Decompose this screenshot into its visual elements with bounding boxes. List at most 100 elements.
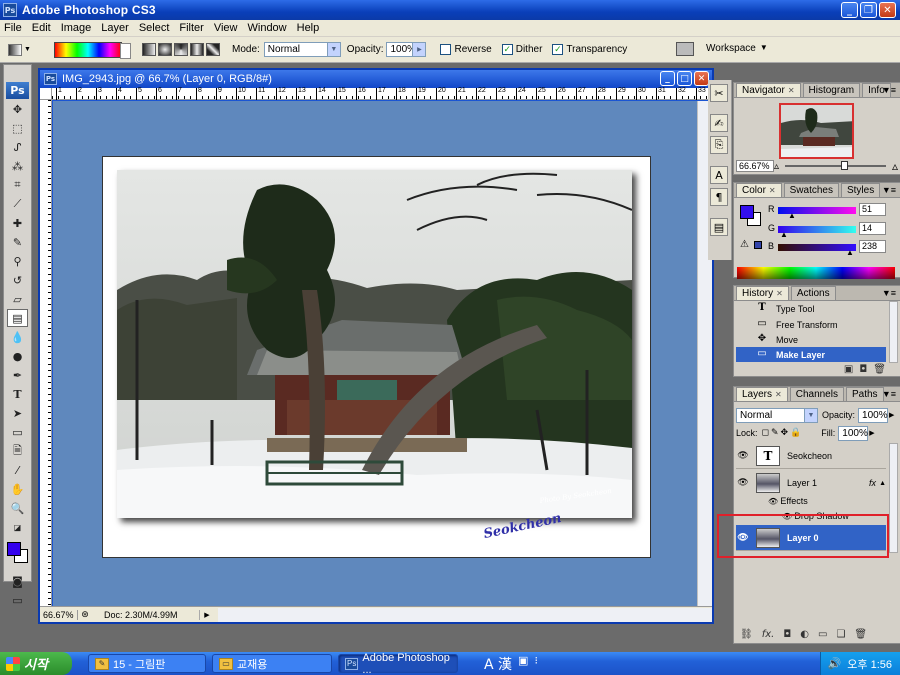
tab-layers[interactable]: Layers ✕ xyxy=(736,387,788,401)
gamut-warning-icon[interactable]: ⚠ xyxy=(740,239,749,250)
menu-window[interactable]: Window xyxy=(243,22,292,34)
new-snapshot-icon[interactable]: ◘ xyxy=(859,364,867,375)
hand-tool-icon[interactable]: ✋ xyxy=(7,480,28,498)
menu-view[interactable]: View xyxy=(209,22,243,34)
ime-options-icon[interactable]: ⁝ xyxy=(534,654,538,674)
transparency-checkbox[interactable]: ✓ Transparency xyxy=(552,44,627,55)
menu-edit[interactable]: Edit xyxy=(27,22,56,34)
paragraph-icon[interactable]: ¶ xyxy=(710,188,728,206)
slice-tool-icon[interactable]: ⟋ xyxy=(7,195,28,213)
brush-tool-icon[interactable]: ✎ xyxy=(7,233,28,251)
layer-opacity-input[interactable]: 100% xyxy=(858,407,889,423)
doc-close-button[interactable]: ✕ xyxy=(694,71,709,86)
color-foreground-swatch[interactable] xyxy=(740,205,754,219)
tool-preset-picker[interactable]: ▼ xyxy=(8,40,42,60)
volume-icon[interactable]: 🔊 xyxy=(828,657,842,670)
color-swatches[interactable] xyxy=(5,540,31,568)
magic-wand-tool-icon[interactable]: ⁂ xyxy=(7,157,28,175)
palette-well-icon[interactable] xyxy=(676,42,694,56)
help-icon[interactable]: ▣ xyxy=(518,654,528,674)
zoom-out-icon[interactable]: ▵ xyxy=(774,161,779,172)
character-icon[interactable]: A xyxy=(710,166,728,184)
menu-file[interactable]: File xyxy=(0,22,27,34)
type-tool-icon[interactable]: T xyxy=(7,385,28,403)
taskbar-item-photoshop[interactable]: Ps Adobe Photoshop ... xyxy=(338,652,458,675)
ime-indicator[interactable]: A 漢 ▣ ⁝ xyxy=(484,654,538,674)
clone-source-icon[interactable]: ⎘ xyxy=(710,136,728,154)
tab-paths[interactable]: Paths xyxy=(845,387,884,401)
lock-icons[interactable]: ◻✎✥🔒 xyxy=(762,428,804,438)
angle-gradient-button[interactable] xyxy=(174,43,188,56)
adjustment-layer-icon[interactable]: ◐ xyxy=(800,629,809,640)
zoom-tool-icon[interactable]: 🔍 xyxy=(7,499,28,517)
pen-tool-icon[interactable]: ✒ xyxy=(7,366,28,384)
tab-swatches[interactable]: Swatches xyxy=(783,183,839,197)
reverse-checkbox[interactable]: Reverse xyxy=(440,44,492,55)
workspace-menu[interactable]: Workspace ▼ xyxy=(706,43,768,54)
dodge-tool-icon[interactable]: ● xyxy=(7,347,28,365)
tool-presets-icon[interactable]: ✂ xyxy=(710,84,728,102)
effects-row[interactable]: 👁 Effects xyxy=(768,496,808,506)
close-button[interactable]: ✕ xyxy=(879,2,896,18)
fill-input[interactable]: 100% xyxy=(838,425,869,441)
panel-menu-icon[interactable]: ▼≡ xyxy=(882,185,896,195)
document-title-bar[interactable]: Ps IMG_2943.jpg @ 66.7% (Layer 0, RGB/8#… xyxy=(40,70,712,88)
gradient-tool-icon[interactable]: ▤ xyxy=(7,309,28,327)
diamond-gradient-button[interactable] xyxy=(206,43,220,56)
path-selection-tool-icon[interactable]: ➤ xyxy=(7,404,28,422)
b-slider[interactable]: ▲ xyxy=(778,244,856,257)
g-value-input[interactable]: 14 xyxy=(859,222,886,235)
eye-icon[interactable]: 👁 xyxy=(736,478,750,488)
menu-select[interactable]: Select xyxy=(134,22,175,34)
history-scrollbar[interactable] xyxy=(889,301,898,363)
notes-tool-icon[interactable]: 🗎 xyxy=(7,442,28,460)
panel-menu-icon[interactable]: ▼≡ xyxy=(882,85,896,95)
navigator-zoom-value[interactable]: 66.67% xyxy=(736,160,774,172)
b-value-input[interactable]: 238 xyxy=(859,240,886,253)
menu-help[interactable]: Help xyxy=(292,22,325,34)
tab-navigator[interactable]: Navigator ✕ xyxy=(736,83,801,97)
radial-gradient-button[interactable] xyxy=(158,43,172,56)
navigator-thumbnail[interactable] xyxy=(779,103,854,159)
expand-effects-icon[interactable]: ▲ xyxy=(879,480,886,487)
layers-scrollbar[interactable] xyxy=(889,443,898,553)
history-item-active[interactable]: ▭ Make Layer xyxy=(736,347,886,362)
default-colors-icon[interactable]: ◪ xyxy=(7,518,28,536)
layer-comps-icon[interactable]: ▤ xyxy=(710,218,728,236)
status-zoom[interactable]: 66.67% xyxy=(40,609,78,620)
quick-mask-icon[interactable]: ◙ xyxy=(7,572,28,590)
start-button[interactable]: 시작 xyxy=(0,652,72,675)
crop-tool-icon[interactable]: ⌗ xyxy=(7,176,28,194)
g-slider-knob-icon[interactable]: ▲ xyxy=(780,230,788,239)
menu-image[interactable]: Image xyxy=(56,22,97,34)
tab-histogram[interactable]: Histogram xyxy=(802,83,861,97)
layer-row[interactable]: 👁 Layer 1 fx ▲ xyxy=(736,470,886,496)
reflected-gradient-button[interactable] xyxy=(190,43,204,56)
delete-layer-icon[interactable]: 🗑 xyxy=(854,629,867,640)
blur-tool-icon[interactable]: 💧 xyxy=(7,328,28,346)
opacity-input[interactable]: 100% ▶ xyxy=(386,42,427,57)
tab-history[interactable]: History ✕ xyxy=(736,286,789,300)
horizontal-scrollbar[interactable] xyxy=(218,607,712,622)
menu-layer[interactable]: Layer xyxy=(96,22,134,34)
ps-logo[interactable]: Ps xyxy=(6,82,29,99)
delete-state-icon[interactable]: 🗑 xyxy=(873,364,886,375)
clone-stamp-tool-icon[interactable]: ⚲ xyxy=(7,252,28,270)
lasso-tool-icon[interactable]: ᔑ xyxy=(7,138,28,156)
menu-filter[interactable]: Filter xyxy=(174,22,208,34)
b-slider-knob-icon[interactable]: ▲ xyxy=(846,248,854,257)
version-cue-icon[interactable]: ⊛ xyxy=(78,610,92,620)
marquee-tool-icon[interactable]: ⬚ xyxy=(7,119,28,137)
minimize-button[interactable]: _ xyxy=(841,2,858,18)
eye-icon[interactable]: 👁 xyxy=(768,497,780,506)
restore-button[interactable]: ❐ xyxy=(860,2,877,18)
link-layers-icon[interactable]: ⛓ xyxy=(740,629,753,640)
fill-arrow-icon[interactable]: ▶ xyxy=(869,429,874,437)
screen-mode-icon[interactable]: ▭ xyxy=(7,591,28,609)
mode-select[interactable]: Normal ▼ xyxy=(263,42,341,57)
tab-styles[interactable]: Styles xyxy=(840,183,881,197)
eyedropper-tool-icon[interactable]: ⁄ xyxy=(7,461,28,479)
history-brush-tool-icon[interactable]: ↺ xyxy=(7,271,28,289)
linear-gradient-button[interactable] xyxy=(142,43,156,56)
tab-channels[interactable]: Channels xyxy=(789,387,844,401)
